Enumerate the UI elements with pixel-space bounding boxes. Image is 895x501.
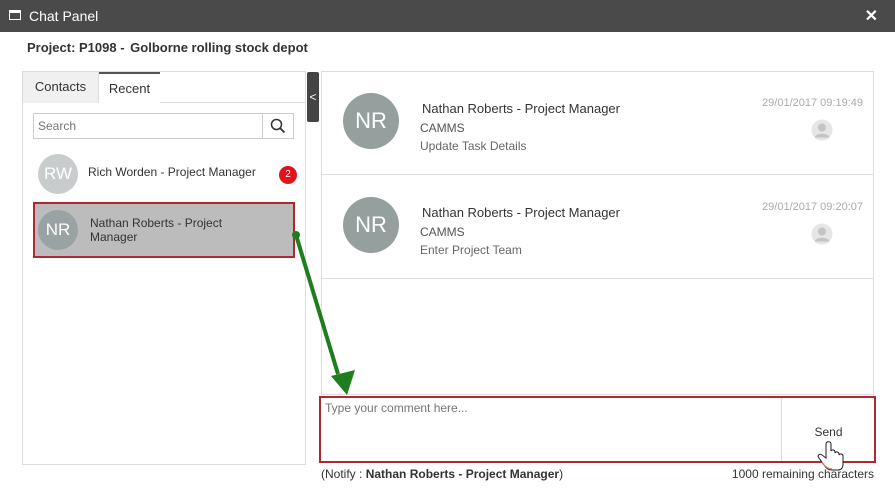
person-icon bbox=[811, 223, 833, 245]
close-icon[interactable]: ✕ bbox=[865, 6, 878, 26]
search-icon bbox=[270, 118, 286, 134]
search-input[interactable] bbox=[33, 113, 263, 139]
contact-name-line1: Nathan Roberts - Project bbox=[90, 216, 223, 230]
message-text: Update Task Details bbox=[420, 139, 527, 153]
contact-name-line2: Manager bbox=[90, 230, 138, 244]
avatar: NR bbox=[38, 210, 78, 250]
project-id: Project: P1098 - bbox=[27, 40, 125, 55]
unread-badge: 2 bbox=[279, 166, 297, 184]
notify-recipient: Nathan Roberts - Project Manager bbox=[365, 467, 560, 481]
title-bar: Chat Panel ✕ bbox=[0, 0, 895, 32]
message-text: Enter Project Team bbox=[420, 243, 522, 257]
avatar: NR bbox=[343, 197, 399, 253]
message-item[interactable]: NR Nathan Roberts - Project Manager CAMM… bbox=[322, 72, 873, 175]
project-header: Project: P1098 - Golborne rolling stock … bbox=[27, 40, 308, 55]
notify-line: (Notify : Nathan Roberts - Project Manag… bbox=[321, 467, 563, 481]
message-item[interactable]: NR Nathan Roberts - Project Manager CAMM… bbox=[322, 176, 873, 279]
remaining-characters: 1000 remaining characters bbox=[731, 467, 874, 481]
message-timestamp: 29/01/2017 09:20:07 bbox=[762, 201, 863, 213]
contact-name: Nathan Roberts - Project Manager bbox=[90, 216, 222, 244]
person-icon bbox=[811, 119, 833, 141]
tab-recent[interactable]: Recent bbox=[99, 72, 160, 104]
send-button[interactable]: Send bbox=[783, 398, 874, 461]
project-name: Golborne rolling stock depot bbox=[130, 40, 308, 55]
contact-item-rich-worden[interactable]: RW Rich Worden - Project Manager 2 bbox=[33, 146, 297, 202]
notify-prefix: (Notify : bbox=[321, 467, 363, 481]
message-sender: Nathan Roberts - Project Manager bbox=[422, 101, 620, 116]
avatar: RW bbox=[38, 154, 78, 194]
message-panel: NR Nathan Roberts - Project Manager CAMM… bbox=[321, 71, 874, 395]
message-source: CAMMS bbox=[420, 225, 465, 239]
comment-input[interactable] bbox=[321, 398, 782, 461]
tab-bar: Contacts Recent bbox=[23, 72, 305, 104]
contact-name: Rich Worden - Project Manager bbox=[88, 165, 256, 179]
contact-item-nathan-roberts[interactable]: NR Nathan Roberts - Project Manager bbox=[33, 202, 295, 258]
window-icon bbox=[9, 10, 21, 20]
message-source: CAMMS bbox=[420, 121, 465, 135]
message-timestamp: 29/01/2017 09:19:49 bbox=[762, 97, 863, 109]
window-title: Chat Panel bbox=[29, 8, 99, 24]
message-sender: Nathan Roberts - Project Manager bbox=[422, 205, 620, 220]
search-button[interactable] bbox=[263, 113, 294, 139]
tab-contacts[interactable]: Contacts bbox=[23, 72, 99, 103]
notify-suffix: ) bbox=[559, 467, 564, 481]
avatar: NR bbox=[343, 93, 399, 149]
compose-box: Send bbox=[319, 396, 876, 463]
contacts-panel: Contacts Recent RW Rich Worden - Project… bbox=[22, 71, 306, 465]
collapse-panel-button[interactable]: < bbox=[307, 72, 319, 122]
